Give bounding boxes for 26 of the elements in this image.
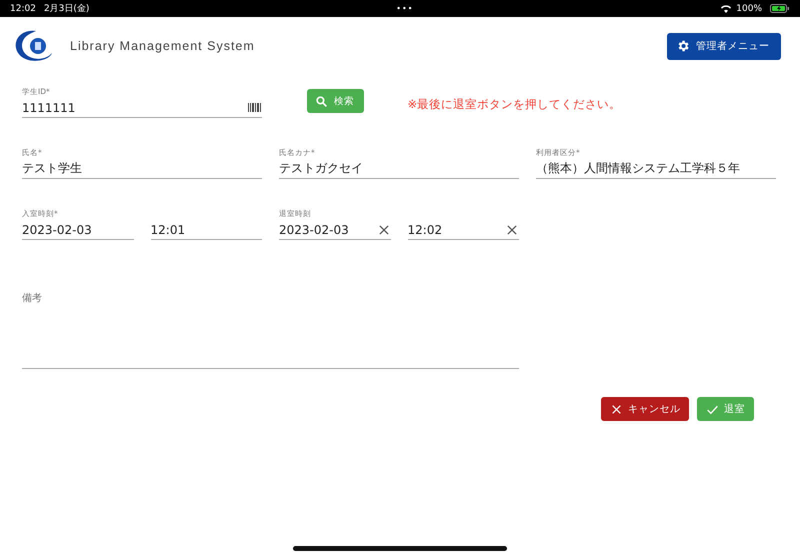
battery-percent: 100% xyxy=(736,4,762,14)
settings-icon xyxy=(676,39,690,53)
input-field[interactable]: 12:01 xyxy=(150,220,262,240)
input-field[interactable]: テストガクセイ xyxy=(279,159,519,179)
student-id-field[interactable]: 1111111 xyxy=(22,98,262,118)
input-field[interactable]: テスト学生 xyxy=(22,159,262,179)
status-time: 12:02 xyxy=(10,4,36,14)
search-icon xyxy=(315,94,328,108)
app-title: Library Management System xyxy=(70,39,256,53)
clear-icon[interactable] xyxy=(376,222,390,236)
clear-icon[interactable] xyxy=(505,222,519,236)
multitask-dots[interactable]: ••• xyxy=(396,4,414,13)
barcode-icon[interactable] xyxy=(248,103,262,112)
remarks-field[interactable]: 備考 xyxy=(22,286,519,369)
battery-icon xyxy=(770,4,790,13)
input-field[interactable]: 2023-02-03 xyxy=(279,220,390,240)
notice-text: ※最後に退室ボタンを押してください。 xyxy=(408,96,622,112)
status-date: 2月3日(金) xyxy=(44,2,90,15)
wifi-icon xyxy=(720,4,732,13)
input-field[interactable]: 12:02 xyxy=(408,220,519,240)
input-field[interactable]: 2023-02-03 xyxy=(22,220,134,240)
input-field[interactable]: （熊本）人間情報システム工学科５年 xyxy=(536,159,776,179)
cancel-button[interactable]: キャンセル xyxy=(601,397,689,421)
logo-icon xyxy=(14,28,54,64)
admin-menu-button[interactable]: 管理者メニュー xyxy=(667,32,781,60)
close-icon xyxy=(610,402,623,416)
